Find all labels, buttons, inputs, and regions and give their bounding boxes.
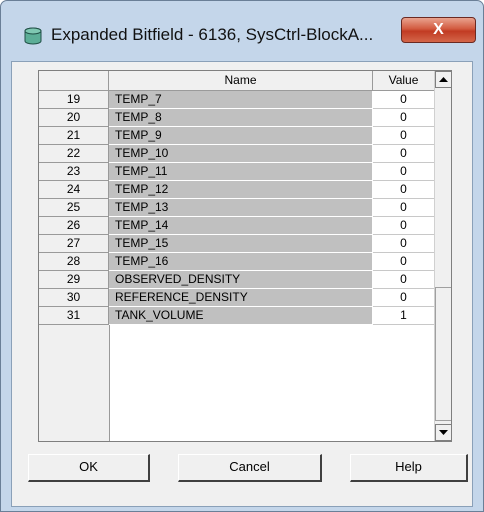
value-cell[interactable]: 0 [373, 127, 435, 145]
name-cell[interactable]: TEMP_7 [109, 91, 373, 109]
table-row[interactable]: 28 TEMP_16 0 [39, 253, 451, 271]
name-cell[interactable]: TEMP_11 [109, 163, 373, 181]
name-cell[interactable]: TEMP_15 [109, 235, 373, 253]
table-row[interactable]: 30 REFERENCE_DENSITY 0 [39, 289, 451, 307]
title-bar[interactable]: Expanded Bitfield - 6136, SysCtrl-BlockA… [1, 1, 483, 61]
name-column-header[interactable]: Name [109, 71, 373, 91]
name-cell[interactable]: TEMP_8 [109, 109, 373, 127]
table-row[interactable]: 20 TEMP_8 0 [39, 109, 451, 127]
table-row[interactable]: 22 TEMP_10 0 [39, 145, 451, 163]
value-cell[interactable]: 0 [373, 109, 435, 127]
ok-button[interactable]: OK [28, 454, 150, 482]
value-cell[interactable]: 0 [373, 199, 435, 217]
table-row[interactable]: 25 TEMP_13 0 [39, 199, 451, 217]
arrow-up-icon [439, 77, 448, 82]
help-button[interactable]: Help [350, 454, 468, 482]
value-column-header[interactable]: Value [373, 71, 435, 91]
row-index-cell: 19 [39, 91, 109, 109]
value-cell[interactable]: 0 [373, 181, 435, 199]
scrollbar-thumb[interactable] [435, 287, 451, 421]
window-title: Expanded Bitfield - 6136, SysCtrl-BlockA… [51, 25, 374, 44]
arrow-down-icon [439, 430, 448, 435]
name-cell[interactable]: REFERENCE_DENSITY [109, 289, 373, 307]
close-icon: X [433, 21, 444, 38]
cancel-button[interactable]: Cancel [178, 454, 322, 482]
index-column-header [39, 71, 109, 91]
value-cell[interactable]: 0 [373, 271, 435, 289]
name-cell[interactable]: TEMP_10 [109, 145, 373, 163]
row-index-cell: 27 [39, 235, 109, 253]
table-row[interactable]: 24 TEMP_12 0 [39, 181, 451, 199]
value-cell[interactable]: 0 [373, 235, 435, 253]
row-index-cell: 26 [39, 217, 109, 235]
value-cell[interactable]: 1 [373, 307, 435, 325]
bitfield-table[interactable]: Name Value 19 TEMP_7 0 20 TEMP_8 0 21 TEMP_9 0 22… [38, 70, 452, 442]
scroll-up-button[interactable] [435, 71, 451, 88]
value-cell[interactable]: 0 [373, 163, 435, 181]
row-index-cell: 23 [39, 163, 109, 181]
expanded-bitfield-window: Expanded Bitfield - 6136, SysCtrl-BlockA… [0, 0, 484, 512]
name-cell[interactable]: TANK_VOLUME [109, 307, 373, 325]
row-index-cell: 25 [39, 199, 109, 217]
row-index-cell: 30 [39, 289, 109, 307]
table-row[interactable]: 26 TEMP_14 0 [39, 217, 451, 235]
name-cell[interactable]: TEMP_16 [109, 253, 373, 271]
name-cell[interactable]: TEMP_13 [109, 199, 373, 217]
row-index-cell: 28 [39, 253, 109, 271]
row-header-gutter [39, 325, 110, 441]
name-cell[interactable]: OBSERVED_DENSITY [109, 271, 373, 289]
row-index-cell: 20 [39, 109, 109, 127]
scroll-down-button[interactable] [435, 424, 451, 441]
row-index-cell: 24 [39, 181, 109, 199]
database-icon [24, 27, 42, 45]
name-cell[interactable]: TEMP_9 [109, 127, 373, 145]
table-row[interactable]: 31 TANK_VOLUME 1 [39, 307, 451, 325]
table-row[interactable]: 19 TEMP_7 0 [39, 91, 451, 109]
table-row[interactable]: 29 OBSERVED_DENSITY 0 [39, 271, 451, 289]
table-row[interactable]: 27 TEMP_15 0 [39, 235, 451, 253]
table-row[interactable]: 23 TEMP_11 0 [39, 163, 451, 181]
row-index-cell: 31 [39, 307, 109, 325]
row-index-cell: 22 [39, 145, 109, 163]
value-cell[interactable]: 0 [373, 253, 435, 271]
row-index-cell: 21 [39, 127, 109, 145]
value-cell[interactable]: 0 [373, 217, 435, 235]
value-cell[interactable]: 0 [373, 145, 435, 163]
name-cell[interactable]: TEMP_14 [109, 217, 373, 235]
row-index-cell: 29 [39, 271, 109, 289]
value-cell[interactable]: 0 [373, 91, 435, 109]
table-row[interactable]: 21 TEMP_9 0 [39, 127, 451, 145]
dialog-client-area: Name Value 19 TEMP_7 0 20 TEMP_8 0 21 TEMP_9 0 22… [11, 61, 473, 507]
value-cell[interactable]: 0 [373, 289, 435, 307]
vertical-scrollbar[interactable] [434, 71, 451, 441]
name-cell[interactable]: TEMP_12 [109, 181, 373, 199]
close-button[interactable]: X [401, 17, 476, 43]
